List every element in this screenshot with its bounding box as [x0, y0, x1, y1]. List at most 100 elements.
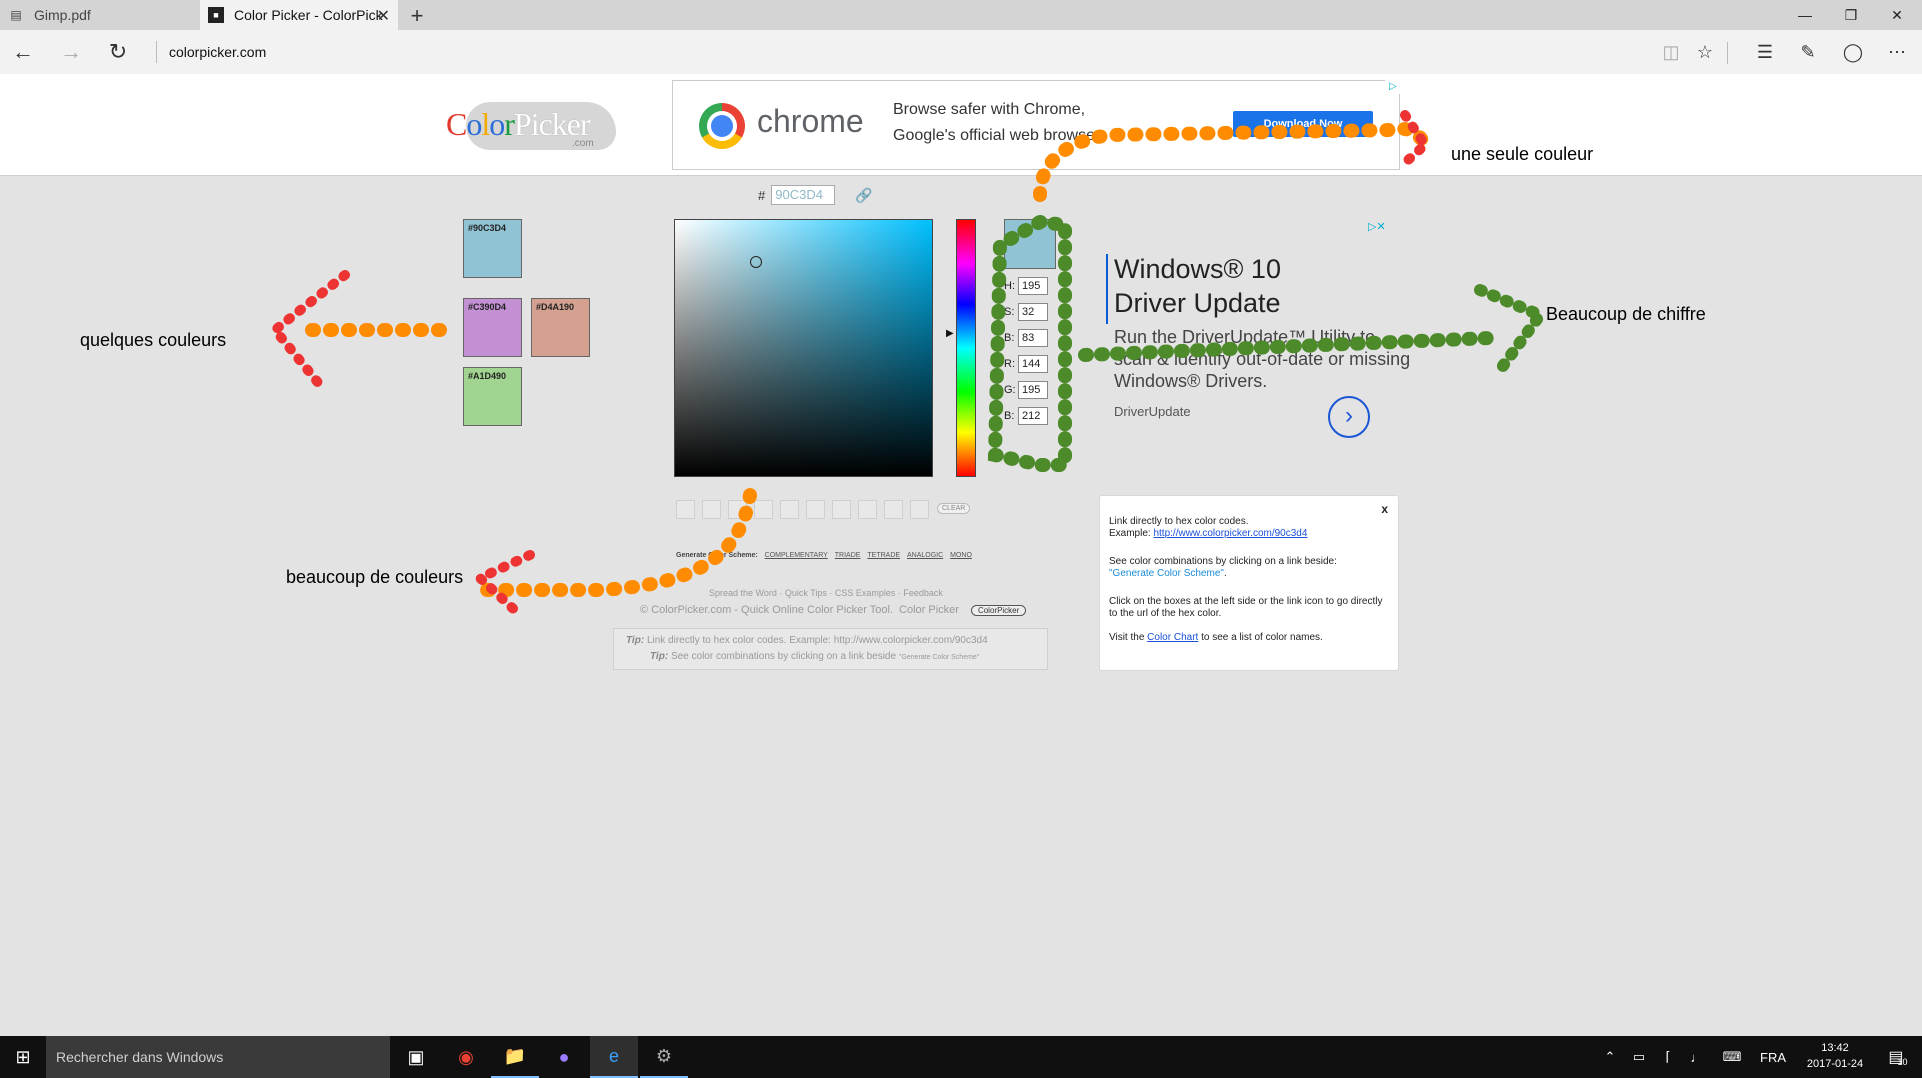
file-explorer-icon[interactable]: 📁 — [491, 1036, 539, 1078]
g-row: G: 195 — [1004, 381, 1048, 399]
recent-color-box[interactable] — [702, 500, 721, 519]
taskbar-search[interactable]: Rechercher dans Windows — [46, 1036, 390, 1078]
tab-label: Gimp.pdf — [34, 7, 91, 23]
adchoices-icon[interactable]: ▷ — [1385, 80, 1401, 94]
blue-value[interactable]: 212 — [1018, 407, 1048, 425]
task-view-icon[interactable]: ▣ — [392, 1036, 440, 1078]
h-value[interactable]: 195 — [1018, 277, 1048, 295]
info-panel: x Link directly to hex color codes. Exam… — [1099, 495, 1399, 671]
chrome-ad-banner[interactable]: chrome Browse safer with Chrome, Google'… — [672, 80, 1401, 170]
swatch-bottom[interactable]: #A1D490 — [463, 367, 522, 426]
recent-color-box[interactable] — [858, 500, 877, 519]
color-cursor[interactable] — [750, 256, 762, 268]
download-now-button[interactable]: Download Now — [1233, 111, 1373, 137]
h-row: H: 195 — [1004, 277, 1048, 295]
driver-update-ad[interactable]: Windows® 10 Driver Update Run the Driver… — [1106, 250, 1410, 460]
info-p2-text: See color combinations by clicking on a … — [1109, 556, 1337, 567]
info-p2-quote: "Generate Color Scheme" — [1109, 568, 1224, 579]
close-window-icon[interactable]: ✕ — [1874, 0, 1920, 30]
refresh-icon[interactable]: ↻ — [103, 38, 133, 66]
b-value[interactable]: 83 — [1018, 329, 1048, 347]
link-icon[interactable]: 🔗 — [855, 187, 872, 204]
gimp-taskbar-icon[interactable]: ⚙ — [640, 1036, 688, 1078]
date: 2017-01-24 — [1806, 1058, 1864, 1070]
recent-color-box[interactable] — [910, 500, 929, 519]
close-icon[interactable]: x — [1381, 502, 1388, 516]
scheme-mono-link[interactable]: MONO — [950, 552, 972, 559]
address-bar[interactable]: colorpicker.com — [156, 41, 266, 63]
r-value[interactable]: 144 — [1018, 355, 1048, 373]
color-chart-link[interactable]: Color Chart — [1147, 632, 1198, 643]
favorite-star-icon[interactable]: ☆ — [1690, 38, 1720, 66]
hub-icon[interactable]: ☰ — [1750, 38, 1780, 66]
scheme-analogic-link[interactable]: ANALOGIC — [907, 552, 943, 559]
share-icon[interactable]: ◯ — [1838, 38, 1868, 66]
footer-links[interactable]: Spread the Word · Quick Tips · CSS Examp… — [709, 588, 943, 598]
recent-color-box[interactable] — [728, 500, 747, 519]
adchoices-icon[interactable]: ▷✕ — [1368, 220, 1386, 233]
color-preview — [1004, 219, 1056, 269]
recent-color-box[interactable] — [806, 500, 825, 519]
restore-icon[interactable]: ❐ — [1828, 0, 1874, 30]
new-tab-icon[interactable]: + — [404, 3, 430, 29]
hue-slider[interactable] — [956, 219, 976, 477]
g-value[interactable]: 195 — [1018, 381, 1048, 399]
app-taskbar-icon[interactable]: ● — [540, 1036, 588, 1078]
logo-text: ColorPicker — [446, 106, 591, 142]
windows-start-icon[interactable]: ⊞ — [0, 1036, 46, 1078]
network-icon[interactable]: ⌈ — [1654, 1036, 1682, 1078]
volume-icon[interactable]: ♩ — [1683, 1036, 1711, 1078]
tab-gimp-pdf[interactable]: ▤ Gimp.pdf — [0, 0, 200, 30]
language-indicator[interactable]: FRA — [1756, 1036, 1790, 1078]
chrome-taskbar-icon[interactable]: ◉ — [442, 1036, 490, 1078]
recent-color-box[interactable] — [754, 500, 773, 519]
s-row: S: 32 — [1004, 303, 1048, 321]
info-p1-text: Link directly to hex color codes. — [1109, 516, 1249, 527]
tab-label: Color Picker - ColorPick — [234, 7, 383, 23]
recent-colors — [676, 500, 929, 519]
scheme-complementary-link[interactable]: COMPLEMENTARY — [765, 552, 828, 559]
more-icon[interactable]: ⋯ — [1882, 38, 1912, 66]
recent-color-box[interactable] — [676, 500, 695, 519]
minimize-icon[interactable]: — — [1782, 0, 1828, 30]
recent-color-box[interactable] — [780, 500, 799, 519]
hue-pointer-icon[interactable]: ▶ — [946, 328, 954, 339]
keyboard-icon[interactable]: ⌨ — [1716, 1036, 1748, 1078]
back-arrow-icon[interactable]: ← — [8, 38, 38, 66]
annotation-beaucoup-chiffre: Beaucoup de chiffre — [1546, 304, 1706, 324]
info-p1-example: Example: — [1109, 528, 1151, 539]
hex-input[interactable]: 90C3D4 — [771, 185, 836, 205]
ad-title-1: Windows® 10 — [1114, 254, 1281, 284]
forward-arrow-icon[interactable]: → — [56, 38, 86, 66]
blue-row: B: 212 — [1004, 407, 1048, 425]
tray-chevron-icon[interactable]: ⌃ — [1596, 1036, 1624, 1078]
tip-label: Tip: — [650, 651, 669, 662]
s-value[interactable]: 32 — [1018, 303, 1048, 321]
chevron-right-icon[interactable]: › — [1328, 396, 1370, 438]
recent-color-box[interactable] — [884, 500, 903, 519]
logo-sub: .com — [572, 138, 594, 149]
scheme-triade-link[interactable]: TRIADE — [835, 552, 861, 559]
reading-view-icon[interactable]: ◫ — [1656, 38, 1686, 66]
swatch-right[interactable]: #D4A190 — [531, 298, 590, 357]
info-p4: Visit the Color Chart to see a list of c… — [1109, 632, 1323, 644]
battery-icon[interactable]: ▭ — [1625, 1036, 1653, 1078]
web-note-icon[interactable]: ✎ — [1793, 38, 1823, 66]
notification-count: 10 — [1897, 1057, 1908, 1067]
clock[interactable]: 13:42 2017-01-24 — [1796, 1040, 1874, 1072]
saturation-brightness-field[interactable] — [674, 219, 933, 477]
scheme-tetrade-link[interactable]: TETRADE — [867, 552, 900, 559]
info-example-link[interactable]: http://www.colorpicker.com/90c3d4 — [1153, 528, 1307, 539]
clear-button[interactable]: CLEAR — [937, 503, 971, 514]
edge-taskbar-icon[interactable]: e — [590, 1036, 638, 1078]
swatch-left[interactable]: #C390D4 — [463, 298, 522, 357]
color-picker-link[interactable]: Color Picker — [899, 604, 959, 616]
notification-icon[interactable]: ▤ 10 — [1874, 1036, 1922, 1078]
tab-colorpicker[interactable]: ■ Color Picker - ColorPick ✕ — [200, 0, 398, 30]
swatch-main[interactable]: #90C3D4 — [463, 219, 522, 278]
close-tab-icon[interactable]: ✕ — [377, 6, 390, 26]
colorpicker-favicon: ■ — [208, 7, 224, 23]
colorpicker-logo[interactable]: ColorPicker .com — [436, 98, 621, 154]
colorpicker-badge[interactable]: ColorPicker — [970, 604, 1027, 616]
recent-color-box[interactable] — [832, 500, 851, 519]
